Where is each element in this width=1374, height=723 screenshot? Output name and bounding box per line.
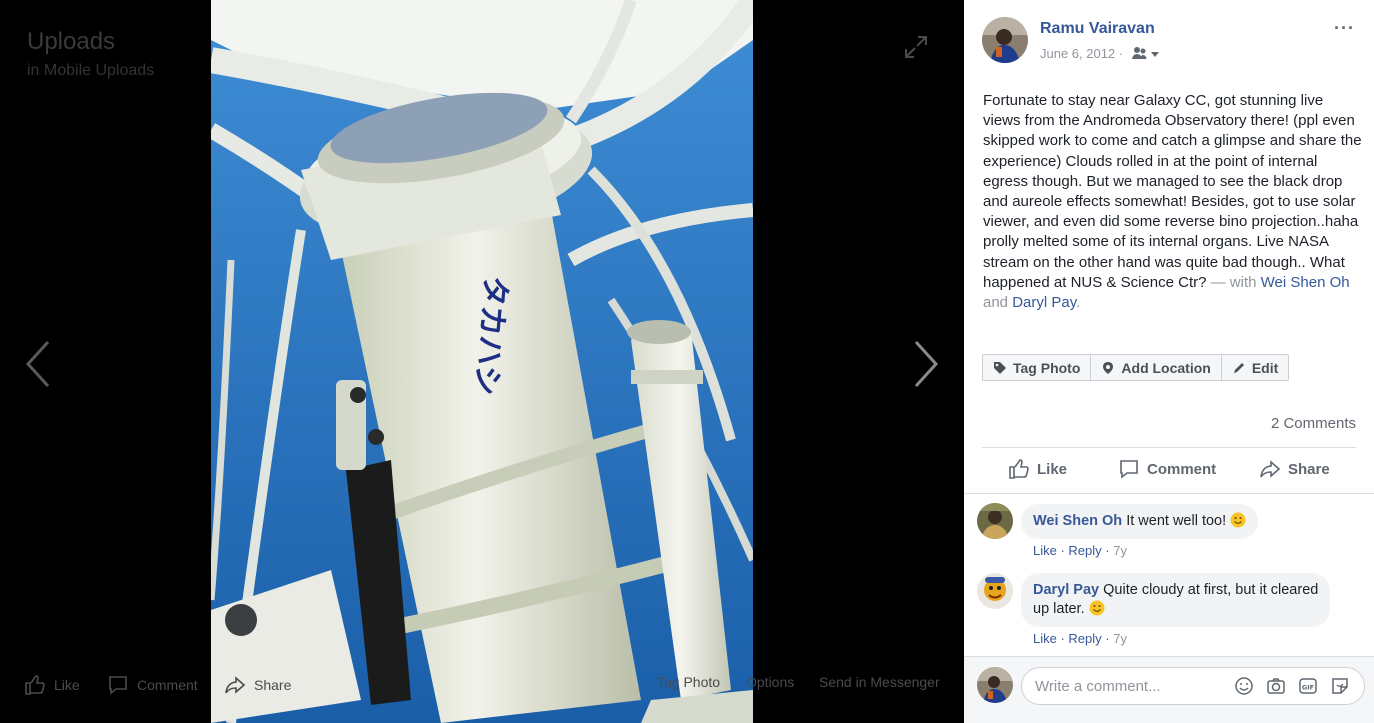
viewer-share-label: Share xyxy=(254,677,292,693)
sticker-icon[interactable] xyxy=(1330,676,1350,696)
comment-reply-link[interactable]: Reply xyxy=(1068,631,1101,646)
previous-photo-arrow-icon[interactable] xyxy=(20,338,56,390)
comment-bubble-icon xyxy=(109,676,127,695)
expand-icon[interactable] xyxy=(903,34,929,60)
comment-like-link[interactable]: Like xyxy=(1033,543,1057,558)
viewer-options-label: Options xyxy=(746,674,795,690)
post-panel: Ramu Vairavan June 6, 2012 · ··· Fortuna… xyxy=(964,0,1374,723)
commenter-avatar[interactable] xyxy=(977,573,1013,609)
current-user-avatar xyxy=(977,667,1013,703)
tag-icon xyxy=(994,361,1006,374)
album-title[interactable]: Uploads xyxy=(27,28,115,56)
comment-bubble-icon xyxy=(1120,460,1138,479)
comment-text-line: up later. xyxy=(1033,601,1085,617)
share-arrow-icon xyxy=(1260,460,1281,478)
photo-tag-toolbar: Tag Photo Add Location Edit xyxy=(982,354,1290,381)
like-label: Like xyxy=(1037,460,1068,478)
comment-bubble: Daryl Pay Quite cloudy at first, but it … xyxy=(1021,573,1331,627)
caption-text: Fortunate to stay near Galaxy CC, got st… xyxy=(983,92,1362,291)
author-avatar[interactable] xyxy=(982,17,1028,63)
divider xyxy=(982,447,1356,448)
comment-author-link[interactable]: Daryl Pay xyxy=(1033,582,1099,598)
photo-viewer: Uploads in Mobile Uploads タカハシ Like Comm… xyxy=(0,0,964,723)
comment-timestamp[interactable]: 7y xyxy=(1113,631,1127,646)
comment-meta: Like · Reply · 7y xyxy=(1033,543,1127,558)
share-arrow-icon xyxy=(225,676,246,694)
comment-button[interactable]: Comment xyxy=(1118,458,1216,480)
caption-and-text: and xyxy=(983,294,1013,312)
divider xyxy=(964,493,1374,494)
location-pin-icon xyxy=(1103,361,1114,374)
emoji-picker-icon[interactable] xyxy=(1234,676,1254,696)
share-button[interactable]: Share xyxy=(1259,458,1330,480)
caption-with-text: — with xyxy=(1206,273,1261,291)
viewer-like-label: Like xyxy=(54,677,80,693)
comment-like-link[interactable]: Like xyxy=(1033,631,1057,646)
write-comment-area: GIF xyxy=(964,656,1374,723)
viewer-send-messenger-label: Send in Messenger xyxy=(819,674,940,690)
thumbs-up-icon xyxy=(25,675,45,695)
viewer-comment-label: Comment xyxy=(137,677,198,693)
gif-icon[interactable]: GIF xyxy=(1298,676,1318,696)
comment-bubble: Wei Shen Oh It went well too! xyxy=(1021,504,1259,539)
viewer-tag-photo-button[interactable]: Tag Photo xyxy=(657,674,720,690)
pencil-icon xyxy=(1233,362,1244,373)
viewer-comment-button[interactable]: Comment xyxy=(107,674,198,696)
commenter-avatar[interactable] xyxy=(977,503,1013,539)
comment-author-link[interactable]: Wei Shen Oh xyxy=(1033,513,1122,529)
thumbs-up-icon xyxy=(1009,459,1029,479)
post-date[interactable]: June 6, 2012 · xyxy=(1040,46,1123,61)
add-location-label: Add Location xyxy=(1121,359,1211,376)
next-photo-arrow-icon[interactable] xyxy=(908,338,944,390)
post-caption: Fortunate to stay near Galaxy CC, got st… xyxy=(983,91,1363,313)
like-button[interactable]: Like xyxy=(1008,458,1067,480)
post-more-options-button[interactable]: ··· xyxy=(1334,18,1355,39)
comment-text-line: Quite cloudy at first, but it cleared xyxy=(1103,582,1319,598)
share-label: Share xyxy=(1288,460,1330,478)
camera-icon[interactable] xyxy=(1266,676,1286,696)
smiley-emoji-icon xyxy=(1230,512,1246,528)
smiley-emoji-icon xyxy=(1089,600,1105,616)
album-subtitle[interactable]: in Mobile Uploads xyxy=(27,62,154,80)
comment-text: It went well too! xyxy=(1126,513,1227,529)
comments-count-link[interactable]: 2 Comments xyxy=(1271,415,1356,432)
audience-friends-icon[interactable] xyxy=(1132,46,1160,60)
viewer-share-button[interactable]: Share xyxy=(224,674,291,696)
tagged-person-link[interactable]: Wei Shen Oh xyxy=(1261,274,1350,291)
comment-meta: Like · Reply · 7y xyxy=(1033,631,1127,646)
comment-reply-link[interactable]: Reply xyxy=(1068,543,1101,558)
tag-photo-button[interactable]: Tag Photo xyxy=(983,355,1092,380)
edit-button[interactable]: Edit xyxy=(1222,355,1288,380)
viewer-tag-photo-label: Tag Photo xyxy=(657,674,721,690)
tag-photo-label: Tag Photo xyxy=(1013,359,1081,376)
add-location-button[interactable]: Add Location xyxy=(1091,355,1222,380)
svg-text:GIF: GIF xyxy=(1302,684,1314,692)
viewer-options-button[interactable]: Options xyxy=(746,674,794,690)
edit-label: Edit xyxy=(1251,359,1279,376)
tagged-person-link[interactable]: Daryl Pay xyxy=(1012,294,1076,311)
comment-timestamp[interactable]: 7y xyxy=(1113,543,1127,558)
comment-label: Comment xyxy=(1147,460,1217,478)
photo-telescope: タカハシ xyxy=(211,0,753,723)
author-name[interactable]: Ramu Vairavan xyxy=(1040,20,1155,38)
caption-period: . xyxy=(1076,294,1081,312)
viewer-like-button[interactable]: Like xyxy=(24,674,80,696)
viewer-send-messenger-button[interactable]: Send in Messenger xyxy=(819,674,940,690)
